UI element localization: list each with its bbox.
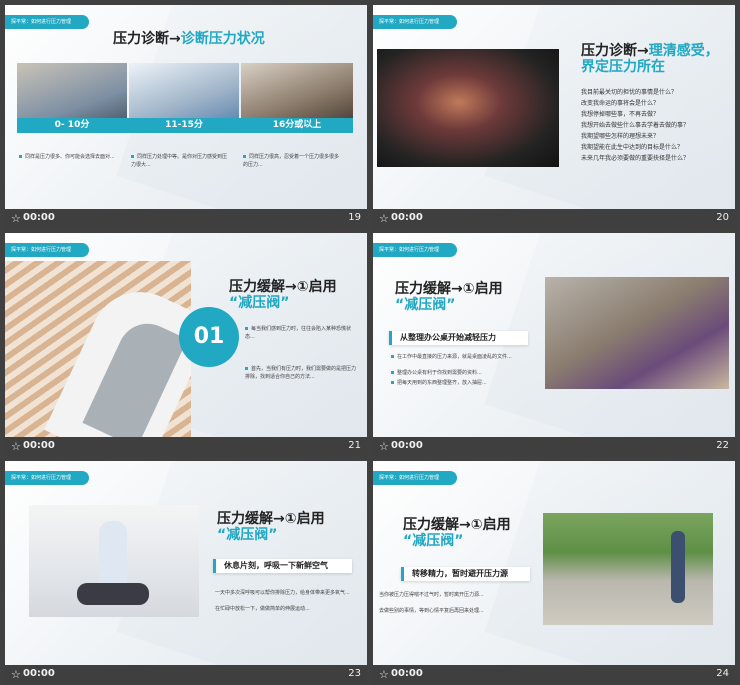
- slide-tag: 探平常：如何进行压力管理: [373, 471, 457, 485]
- slide-thumbnail-24[interactable]: 探平常：如何进行压力管理 压力缓解→①启用 “减压阀” 转移精力，暂时避开压力源 …: [373, 461, 735, 685]
- slide-status-bar: ☆ 00:00 24: [373, 665, 735, 685]
- section-subtitle: 休息片刻，呼吸一下新鲜空气: [213, 559, 352, 573]
- slide-tag: 探平常：如何进行压力管理: [5, 471, 89, 485]
- slide-tag: 探平常：如何进行压力管理: [5, 15, 89, 29]
- note-text: 一天中多次深呼吸可以帮你排除压力，给身体带来更多氧气...: [215, 590, 350, 596]
- question-item: 我期望能在此生中达到的目标是什么？: [581, 144, 684, 151]
- note-text: 同样压力很高，忍受着一个压力很多很多的压力...: [243, 154, 340, 168]
- slide-timer: 00:00: [391, 212, 423, 223]
- slide-status-bar: ☆ 00:00 23: [5, 665, 367, 685]
- slide-thumbnail-19[interactable]: 探平常：如何进行压力管理 压力诊断→诊断压力状况 0- 10分 11-15分 1…: [5, 5, 367, 229]
- slide-number: 20: [716, 212, 729, 223]
- slide-thumbnail-21[interactable]: 探平常：如何进行压力管理 01 压力缓解→①启用 “减压阀” 每当我们感到压力时，…: [5, 233, 367, 457]
- question-item: 我目前最关切的担忧的事情是什么？: [581, 89, 678, 96]
- slide-canvas: 探平常：如何进行压力管理 压力缓解→①启用 “减压阀” 休息片刻，呼吸一下新鲜空气…: [5, 461, 367, 665]
- slide-canvas: 探平常：如何进行压力管理 压力诊断→诊断压力状况 0- 10分 11-15分 1…: [5, 5, 367, 209]
- slide-timer: 00:00: [23, 668, 55, 679]
- note-text: 在工作中最直接的压力来源，就是桌面凌乱的文件...: [391, 353, 541, 361]
- slide-canvas: 探平常：如何进行压力管理 压力缓解→①启用 “减压阀” 从整理办公桌开始减轻压力 …: [373, 233, 735, 437]
- slide-timer: 00:00: [23, 440, 55, 451]
- slide-status-bar: ☆ 00:00 20: [373, 209, 735, 229]
- spiral-staircase-photo: [5, 261, 191, 437]
- slide-thumbnail-20[interactable]: 探平常：如何进行压力管理 压力诊断→理清感受， 界定压力所在 我目前最关切的担忧的…: [373, 5, 735, 229]
- slide-title: 压力诊断→理清感受， 界定压力所在: [581, 43, 719, 75]
- note-text: 首先，当我们有压力时，我们需要做的是把压力排除，找到适合你自己的方法...: [245, 366, 357, 380]
- score-band-label: 11-15分: [165, 120, 203, 130]
- slide-title: 压力缓解→①启用 “减压阀”: [395, 281, 503, 313]
- slide-status-bar: ☆ 00:00 22: [373, 437, 735, 457]
- slide-thumbnail-22[interactable]: 探平常：如何进行压力管理 压力缓解→①启用 “减压阀” 从整理办公桌开始减轻压力 …: [373, 233, 735, 457]
- star-icon[interactable]: ☆: [379, 212, 389, 225]
- star-icon[interactable]: ☆: [11, 212, 21, 225]
- question-item: 改变我命运的事将会是什么？: [581, 100, 660, 107]
- note-text: 当你被压力压得喘不过气时，暂时离开压力源...: [379, 592, 484, 598]
- slide-timer: 00:00: [391, 668, 423, 679]
- note-text: 整理办公桌有利于你找到需要的资料...: [391, 369, 541, 377]
- note-text: 同样压力处理中等。是你对压力感受到压力很大...: [131, 154, 228, 168]
- slide-tag: 探平常：如何进行压力管理: [373, 243, 457, 257]
- note-text: 同样是压力很多、你可能会选择去面对...: [19, 153, 119, 161]
- question-item: 我期望哪些怎样的理想未来？: [581, 133, 660, 140]
- slide-title: 压力缓解→①启用 “减压阀”: [403, 517, 511, 549]
- slide-number: 19: [348, 212, 361, 223]
- slide-canvas: 探平常：如何进行压力管理 压力诊断→理清感受， 界定压力所在 我目前最关切的担忧的…: [373, 5, 735, 209]
- slide-thumbnail-23[interactable]: 探平常：如何进行压力管理 压力缓解→①启用 “减压阀” 休息片刻，呼吸一下新鲜空气…: [5, 461, 367, 685]
- office-paperwork-photo: [545, 277, 729, 389]
- score-band: 0- 10分 11-15分 16分或以上: [17, 118, 353, 133]
- slide-canvas: 探平常：如何进行压力管理 01 压力缓解→①启用 “减压阀” 每当我们感到压力时，…: [5, 233, 367, 437]
- score-band-label: 16分或以上: [272, 120, 322, 130]
- note-text: 每当我们感到压力时，往往会陷入某种恐慌状态...: [245, 326, 352, 340]
- meditation-photo: [29, 505, 199, 617]
- section-subtitle: 从整理办公桌开始减轻压力: [389, 331, 528, 345]
- night-market-photo: [377, 49, 559, 167]
- score-band-label: 0- 10分: [54, 120, 90, 130]
- slide-number: 23: [348, 668, 361, 679]
- section-number-badge: 01: [179, 307, 239, 367]
- note-text: 去做些别的事情，等到心情平复后再回来处理...: [379, 608, 484, 614]
- slide-timer: 00:00: [391, 440, 423, 451]
- star-icon[interactable]: ☆: [379, 668, 389, 681]
- slide-canvas: 探平常：如何进行压力管理 压力缓解→①启用 “减压阀” 转移精力，暂时避开压力源 …: [373, 461, 735, 665]
- hitchhiker-road-photo: [543, 513, 713, 625]
- slide-tag: 探平常：如何进行压力管理: [5, 243, 89, 257]
- slide-title: 压力诊断→诊断压力状况: [113, 31, 265, 47]
- note-text: 在忙碌中放松一下，做做简单的伸展运动...: [215, 606, 310, 612]
- question-item: 我想开始去做些什么事去学着去做的事？: [581, 122, 690, 129]
- note-text: 把每天用到的东西整理整齐，放入抽屉...: [391, 379, 541, 387]
- slide-title: 压力缓解→①启用 “减压阀”: [217, 511, 325, 543]
- star-icon[interactable]: ☆: [11, 668, 21, 681]
- star-icon[interactable]: ☆: [11, 440, 21, 453]
- question-item: 我想停掉哪些事，不再去做？: [581, 111, 660, 118]
- slide-title: 压力缓解→①启用 “减压阀”: [229, 279, 337, 311]
- star-icon[interactable]: ☆: [379, 440, 389, 453]
- question-list: 我目前最关切的担忧的事情是什么？ 改变我命运的事将会是什么？ 我想停掉哪些事，不…: [581, 87, 731, 164]
- slide-status-bar: ☆ 00:00 21: [5, 437, 367, 457]
- slide-number: 22: [716, 440, 729, 451]
- question-item: 未来几年我必须要做的重要抉择是什么？: [581, 155, 690, 162]
- section-subtitle: 转移精力，暂时避开压力源: [401, 567, 530, 581]
- slide-number: 24: [716, 668, 729, 679]
- slide-number: 21: [348, 440, 361, 451]
- slide-tag: 探平常：如何进行压力管理: [373, 15, 457, 29]
- slide-status-bar: ☆ 00:00 19: [5, 209, 367, 229]
- slide-timer: 00:00: [23, 212, 55, 223]
